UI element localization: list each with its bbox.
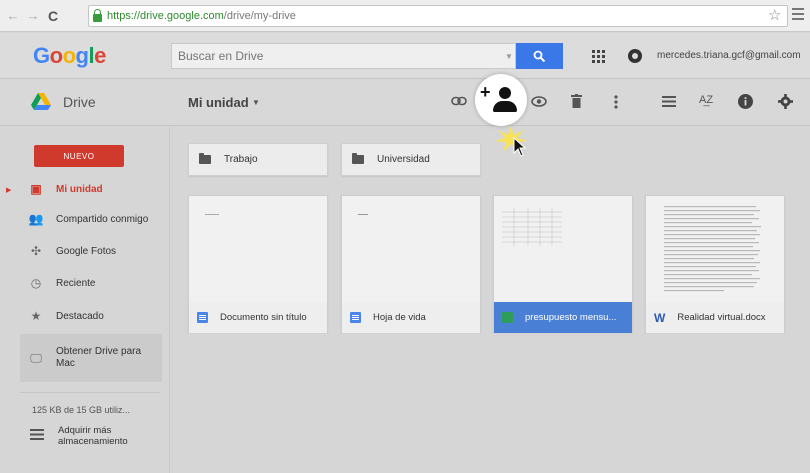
url-path: /drive/my-drive bbox=[223, 10, 296, 22]
buy-storage-link[interactable]: Adquirir más almacenamiento bbox=[20, 425, 148, 447]
file-footer: W Realidad virtual.docx bbox=[646, 302, 784, 333]
plus-icon: + bbox=[480, 82, 491, 102]
list-view-icon[interactable] bbox=[662, 96, 676, 107]
account-email[interactable]: mercedes.triana.gcf@gmail.com bbox=[657, 50, 801, 61]
share-add-person-button[interactable]: + bbox=[475, 74, 527, 126]
file-card[interactable]: Documento sin título bbox=[188, 195, 328, 333]
photos-pinwheel-icon: ✣ bbox=[30, 244, 42, 258]
drive-logo-icon bbox=[31, 93, 51, 110]
google-doc-icon bbox=[350, 312, 361, 323]
app-header: Google ▼ mercedes.triana.gcf@gmail.com bbox=[0, 33, 810, 79]
storage-usage: 125 KB de 15 GB utiliz... bbox=[32, 405, 131, 415]
reload-icon[interactable]: C bbox=[48, 8, 58, 24]
google-logo[interactable]: Google bbox=[33, 43, 106, 69]
drive-folder-icon: ▣ bbox=[30, 182, 42, 196]
divider bbox=[20, 392, 160, 393]
file-footer: presupuesto mensu... bbox=[494, 302, 632, 333]
file-name: presupuesto mensu... bbox=[525, 312, 617, 323]
more-vertical-icon[interactable] bbox=[614, 95, 618, 109]
google-doc-icon bbox=[197, 312, 208, 323]
info-icon[interactable] bbox=[738, 94, 753, 109]
browser-toolbar: ← → C https://drive.google.com/drive/my-… bbox=[0, 0, 810, 32]
sidebar-item-my-drive[interactable]: ▣ Mi unidad bbox=[20, 176, 162, 202]
drive-app-label[interactable]: Drive bbox=[63, 94, 96, 110]
sidebar-item-label: Compartido conmigo bbox=[56, 213, 149, 225]
search-button[interactable] bbox=[516, 43, 563, 69]
sidebar-item-photos[interactable]: ✣ Google Fotos bbox=[20, 238, 162, 264]
clock-icon: ◷ bbox=[30, 276, 42, 290]
folder-card[interactable]: Trabajo bbox=[188, 143, 328, 176]
sidebar-item-label: Obtener Drive para Mac bbox=[56, 346, 142, 369]
sidebar-item-label: Destacado bbox=[56, 310, 104, 322]
preview-eye-icon[interactable] bbox=[531, 96, 547, 107]
person-icon bbox=[499, 87, 511, 99]
file-thumbnail bbox=[494, 196, 632, 302]
google-sheet-icon bbox=[502, 312, 513, 323]
file-card[interactable]: W Realidad virtual.docx bbox=[645, 195, 785, 333]
file-name: Hoja de vida bbox=[373, 312, 426, 323]
expand-arrow-icon[interactable]: ▶ bbox=[6, 186, 11, 194]
trash-icon[interactable] bbox=[571, 94, 582, 108]
url-origin: https://drive.google.com bbox=[107, 10, 224, 22]
account-avatar-icon[interactable] bbox=[628, 49, 642, 63]
link-icon[interactable] bbox=[451, 96, 467, 106]
mouse-cursor-icon bbox=[513, 137, 527, 157]
new-button[interactable]: NUEVO bbox=[34, 145, 124, 167]
file-card-selected[interactable]: presupuesto mensu... bbox=[493, 195, 633, 333]
star-icon: ★ bbox=[30, 309, 42, 323]
apps-grid-icon[interactable] bbox=[592, 50, 605, 63]
sidebar-item-shared[interactable]: 👥 Compartido conmigo bbox=[20, 206, 162, 232]
folder-icon bbox=[199, 153, 211, 164]
folder-name: Universidad bbox=[377, 154, 430, 165]
search-box[interactable] bbox=[171, 43, 516, 69]
file-thumbnail bbox=[342, 196, 480, 302]
file-footer: Documento sin título bbox=[189, 302, 327, 333]
folder-card[interactable]: Universidad bbox=[341, 143, 481, 176]
file-name: Realidad virtual.docx bbox=[677, 312, 766, 323]
buy-storage-label: Adquirir más almacenamiento bbox=[58, 425, 128, 447]
forward-icon[interactable]: → bbox=[26, 8, 40, 23]
sidebar: NUEVO ▶ ▣ Mi unidad 👥 Compartido conmigo… bbox=[0, 127, 170, 473]
location-dropdown[interactable]: Mi unidad bbox=[188, 95, 249, 110]
file-thumbnail bbox=[189, 196, 327, 302]
sort-az-icon[interactable]: A͢Z bbox=[699, 94, 713, 106]
drive-toolbar: Drive Mi unidad ▼ A͢Z bbox=[0, 80, 810, 126]
file-thumbnail bbox=[646, 196, 784, 302]
settings-gear-icon[interactable] bbox=[778, 94, 793, 109]
back-icon[interactable]: ← bbox=[6, 8, 20, 23]
lock-icon bbox=[93, 8, 102, 22]
folder-icon bbox=[352, 153, 364, 164]
sidebar-item-label: Google Fotos bbox=[56, 245, 117, 257]
computer-icon: 🖵 bbox=[30, 350, 42, 365]
search-icon bbox=[533, 50, 546, 62]
document-preview bbox=[664, 206, 761, 292]
search-options-caret-icon[interactable]: ▼ bbox=[505, 52, 513, 61]
sidebar-item-get-drive-mac[interactable]: 🖵 Obtener Drive para Mac bbox=[20, 334, 162, 382]
search-input[interactable] bbox=[172, 44, 515, 68]
spreadsheet-preview bbox=[502, 208, 562, 246]
shared-people-icon: 👥 bbox=[28, 212, 44, 226]
sidebar-item-recent[interactable]: ◷ Reciente bbox=[20, 270, 162, 296]
folder-name: Trabajo bbox=[224, 154, 258, 165]
sidebar-item-label: Reciente bbox=[56, 277, 96, 289]
sidebar-item-starred[interactable]: ★ Destacado bbox=[20, 303, 162, 329]
sidebar-item-label: Mi unidad bbox=[56, 183, 103, 195]
file-card[interactable]: Hoja de vida bbox=[341, 195, 481, 333]
file-name: Documento sin título bbox=[220, 312, 307, 323]
bookmark-star-icon[interactable]: ☆ bbox=[768, 6, 781, 24]
browser-menu-icon[interactable] bbox=[792, 8, 804, 23]
address-bar[interactable]: https://drive.google.com/drive/my-drive bbox=[88, 5, 788, 27]
file-footer: Hoja de vida bbox=[342, 302, 480, 333]
location-caret-icon[interactable]: ▼ bbox=[252, 98, 260, 107]
word-doc-icon: W bbox=[654, 310, 666, 325]
storage-list-icon bbox=[30, 429, 44, 440]
